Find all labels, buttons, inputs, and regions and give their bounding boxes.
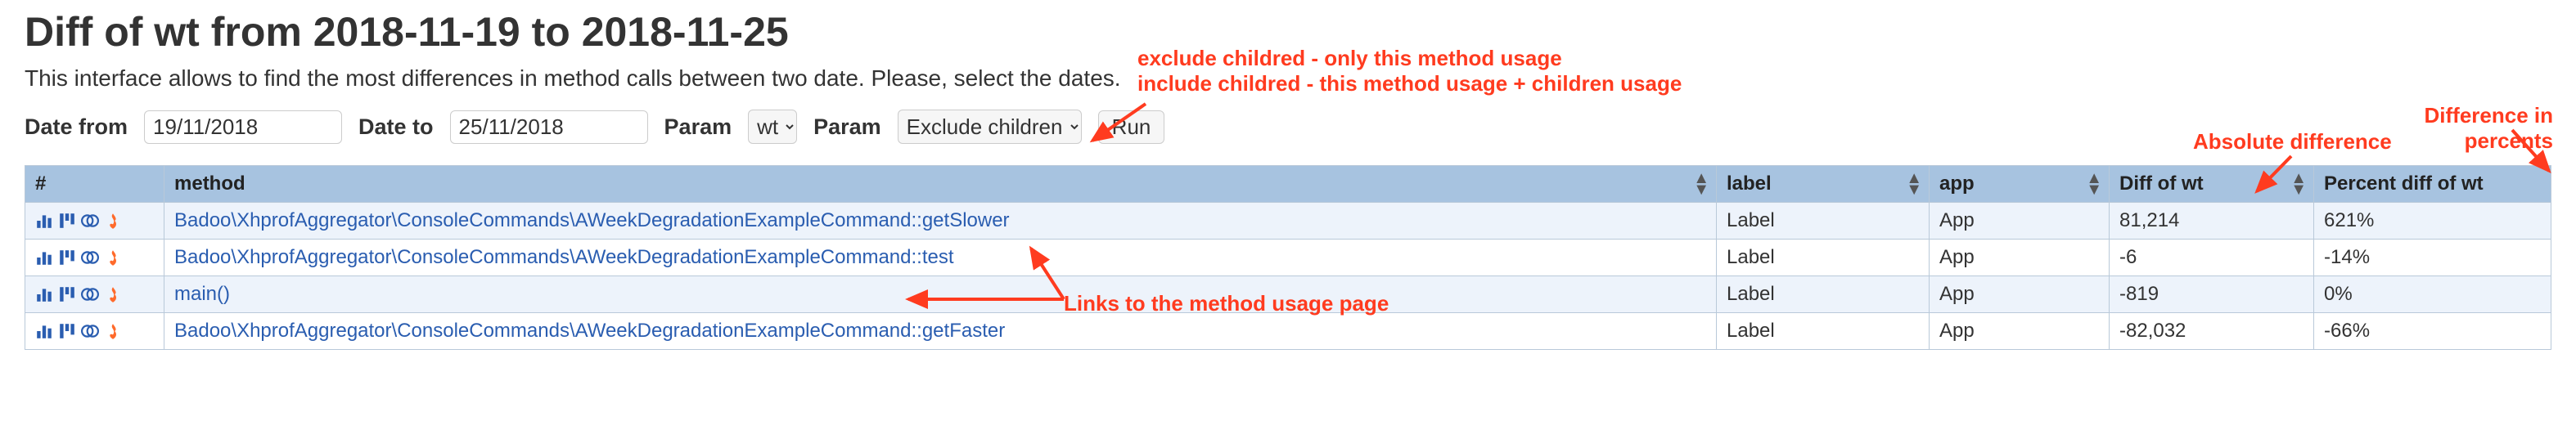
label-cell: Label [1717,240,1930,276]
sort-icon[interactable]: ▲▼ [1693,172,1709,195]
label-cell: Label [1717,203,1930,240]
compare-icon[interactable] [81,322,99,340]
compare-icon[interactable] [81,249,99,267]
sort-icon[interactable]: ▲▼ [2086,172,2102,195]
flame-icon[interactable] [104,249,122,267]
app-cell: App [1930,240,2110,276]
pct-cell: -66% [2314,313,2551,350]
actions-cell [25,313,164,350]
flame-icon[interactable] [104,212,122,230]
label-cell: Label [1717,313,1930,350]
col-label-header[interactable]: label ▲▼ [1717,166,1930,203]
col-actions-header[interactable]: # [25,166,164,203]
diff-cell: 81,214 [2110,203,2314,240]
param2-label: Param [813,114,881,140]
run-button[interactable]: Run [1098,110,1165,144]
date-to-label: Date to [358,114,434,140]
diff-cell: -819 [2110,276,2314,313]
date-from-label: Date from [25,114,128,140]
diff-table: # method ▲▼ label ▲▼ app ▲▼ Diff of wt ▲… [25,165,2551,350]
method-cell: main() [164,276,1717,313]
method-link[interactable]: Badoo\XhprofAggregator\ConsoleCommands\A… [174,246,954,268]
bar-chart-icon[interactable] [35,285,53,303]
table-row: Badoo\XhprofAggregator\ConsoleCommands\A… [25,240,2551,276]
pct-cell: 0% [2314,276,2551,313]
col-pct-header[interactable]: Percent diff of wt [2314,166,2551,203]
page-root: Diff of wt from 2018-11-19 to 2018-11-25… [0,0,2576,366]
tree-icon[interactable] [58,322,76,340]
col-method-header[interactable]: method ▲▼ [164,166,1717,203]
bar-chart-icon[interactable] [35,212,53,230]
table-header-row: # method ▲▼ label ▲▼ app ▲▼ Diff of wt ▲… [25,166,2551,203]
table-row: Badoo\XhprofAggregator\ConsoleCommands\A… [25,313,2551,350]
label-cell: Label [1717,276,1930,313]
bar-chart-icon[interactable] [35,249,53,267]
pct-cell: -14% [2314,240,2551,276]
tree-icon[interactable] [58,212,76,230]
filter-bar: Date from Date to Param wt Param Exclude… [25,110,2551,144]
bar-chart-icon[interactable] [35,322,53,340]
method-cell: Badoo\XhprofAggregator\ConsoleCommands\A… [164,240,1717,276]
diff-cell: -82,032 [2110,313,2314,350]
col-app-header[interactable]: app ▲▼ [1930,166,2110,203]
pct-cell: 621% [2314,203,2551,240]
col-diff-header[interactable]: Diff of wt ▲▼ [2110,166,2314,203]
compare-icon[interactable] [81,212,99,230]
app-cell: App [1930,203,2110,240]
table-row: Badoo\XhprofAggregator\ConsoleCommands\A… [25,203,2551,240]
diff-cell: -6 [2110,240,2314,276]
flame-icon[interactable] [104,322,122,340]
method-link[interactable]: main() [174,283,230,305]
compare-icon[interactable] [81,285,99,303]
flame-icon[interactable] [104,285,122,303]
method-cell: Badoo\XhprofAggregator\ConsoleCommands\A… [164,203,1717,240]
date-to-input[interactable] [450,110,648,144]
actions-cell [25,203,164,240]
date-from-input[interactable] [144,110,342,144]
sort-icon[interactable]: ▲▼ [2290,172,2307,195]
tree-icon[interactable] [58,285,76,303]
tree-icon[interactable] [58,249,76,267]
app-cell: App [1930,313,2110,350]
sort-icon[interactable]: ▲▼ [1906,172,1922,195]
intro-text: This interface allows to find the most d… [25,65,2551,92]
method-cell: Badoo\XhprofAggregator\ConsoleCommands\A… [164,313,1717,350]
page-title: Diff of wt from 2018-11-19 to 2018-11-25 [25,8,2551,56]
app-cell: App [1930,276,2110,313]
actions-cell [25,276,164,313]
param1-label: Param [664,114,732,140]
table-row: main() Label App -819 0% [25,276,2551,313]
actions-cell [25,240,164,276]
param1-select[interactable]: wt [748,110,797,144]
param2-select[interactable]: Exclude children [898,110,1082,144]
method-link[interactable]: Badoo\XhprofAggregator\ConsoleCommands\A… [174,320,1005,342]
method-link[interactable]: Badoo\XhprofAggregator\ConsoleCommands\A… [174,209,1010,231]
